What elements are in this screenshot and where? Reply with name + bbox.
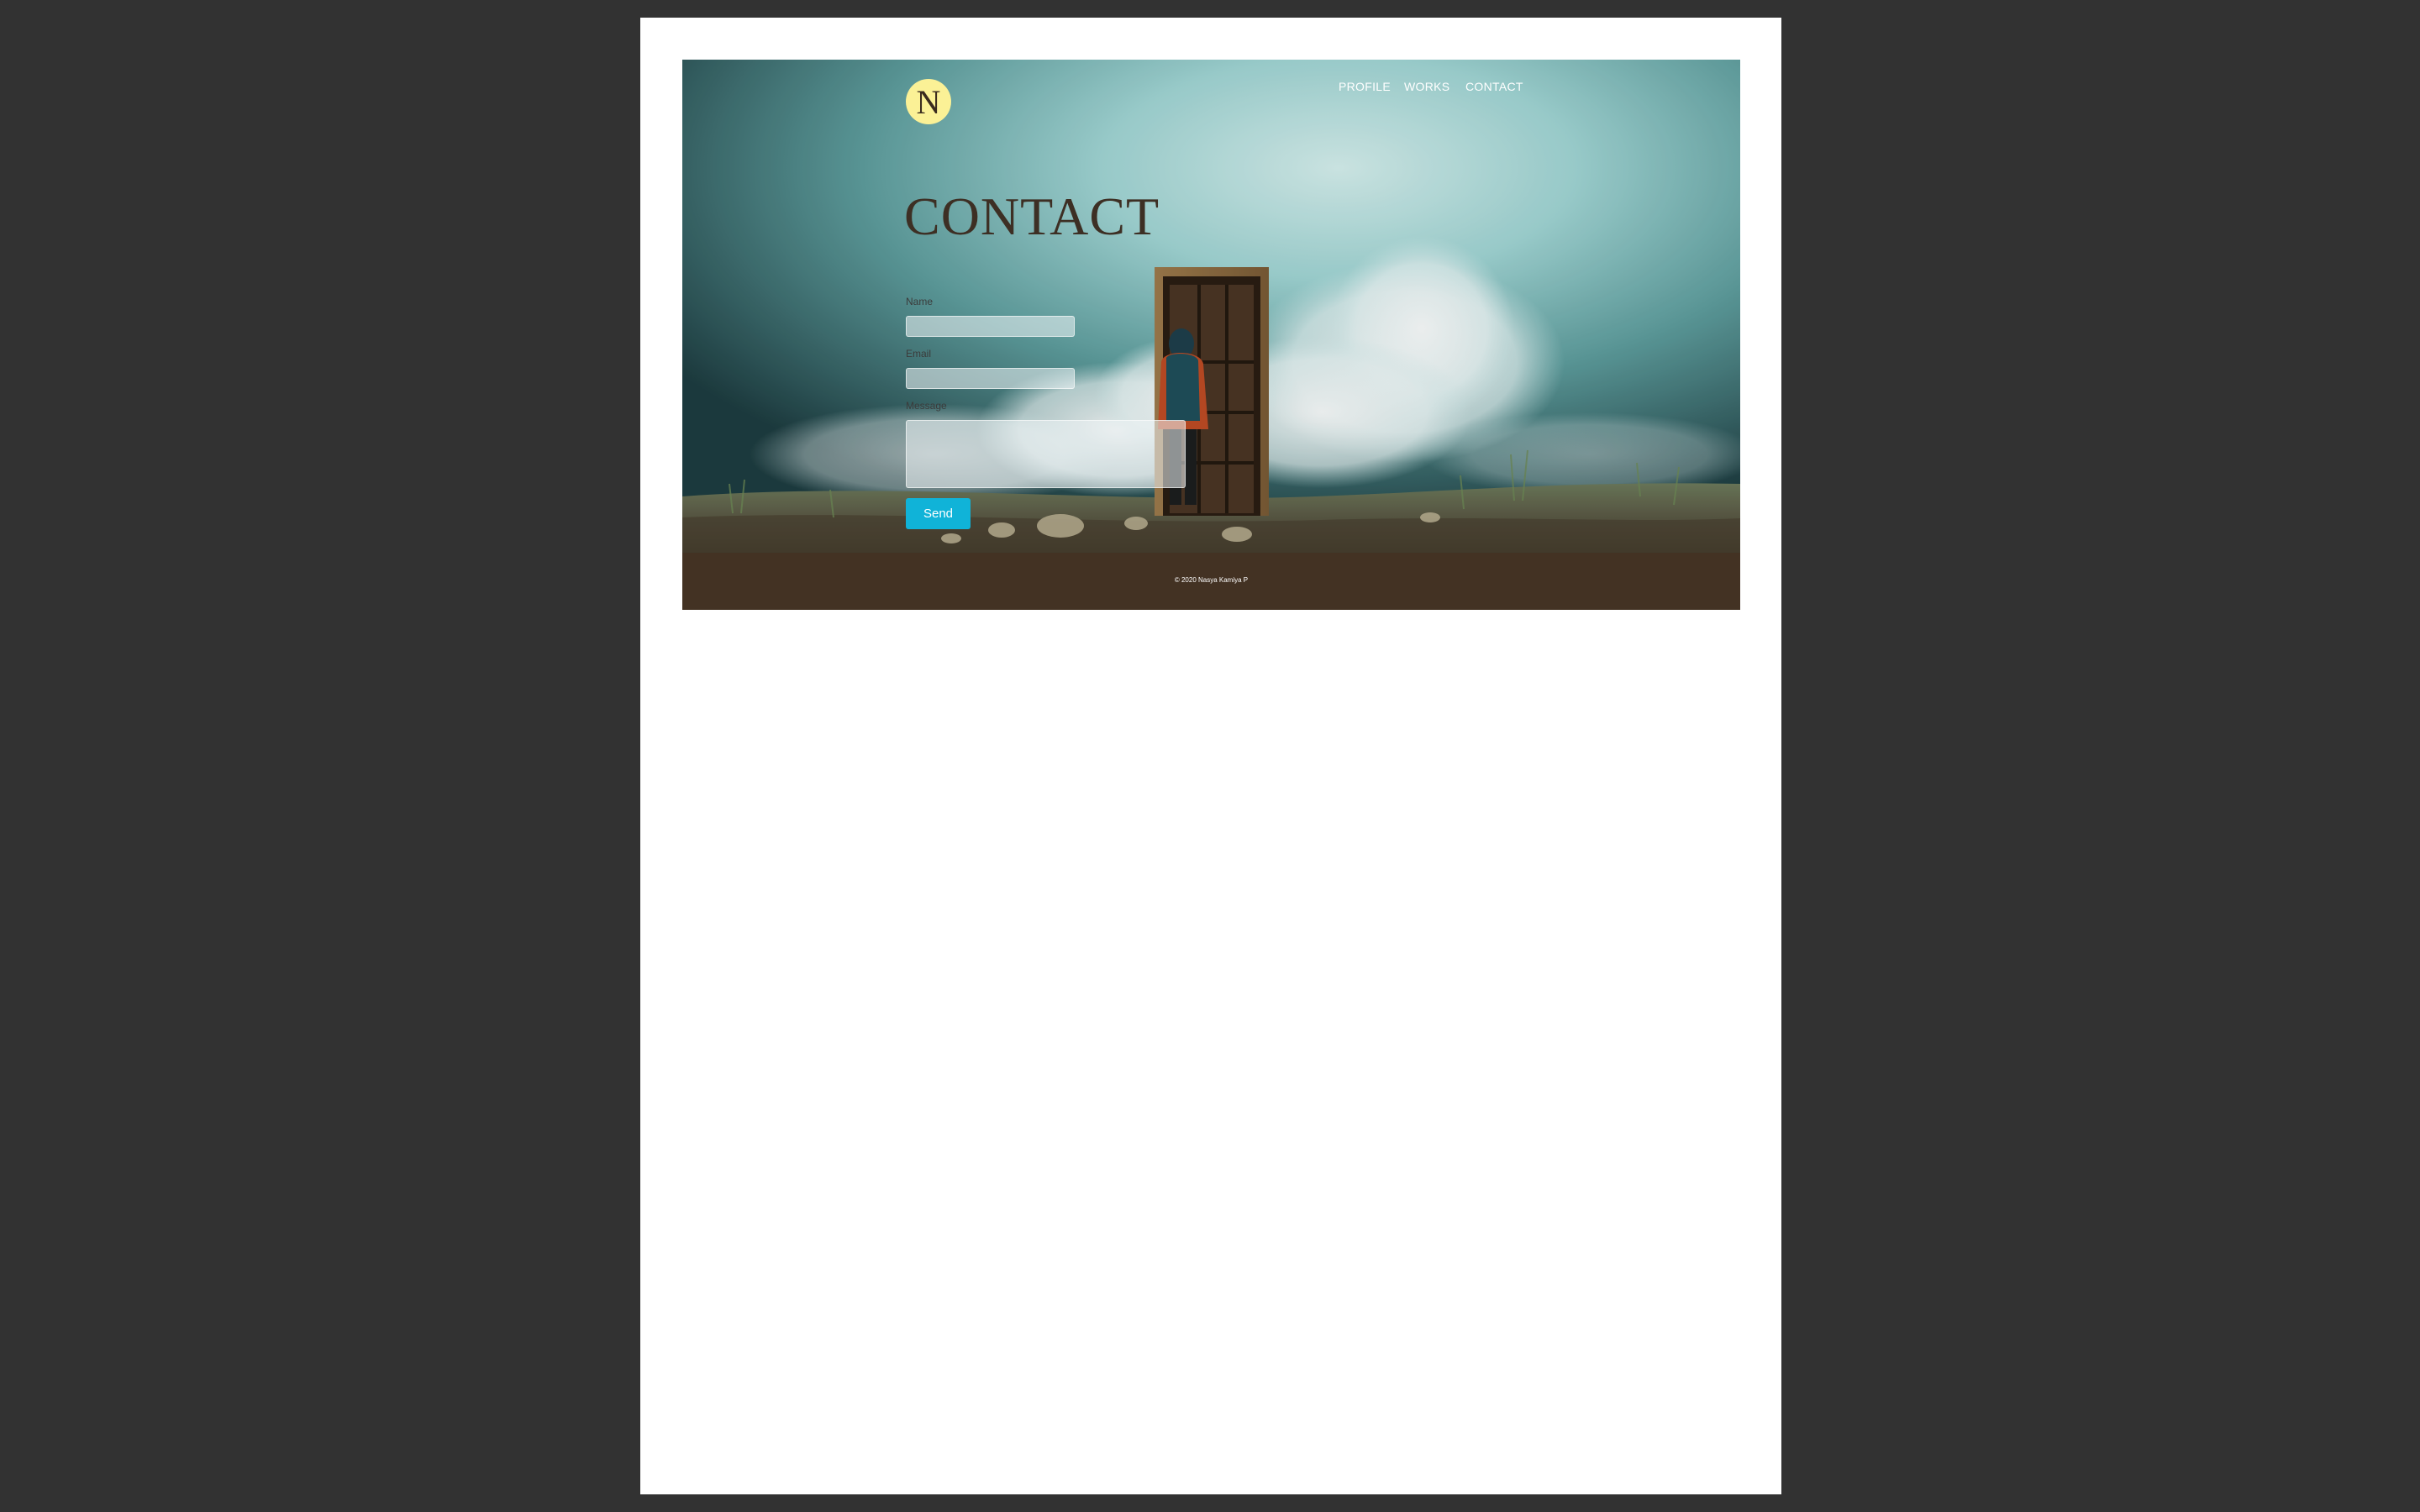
main-nav: PROFILE WORKS CONTACT <box>682 80 1740 97</box>
hero-section: N PROFILE WORKS CONTACT CONTACT Name Ema… <box>682 60 1740 553</box>
page-title: CONTACT <box>904 186 1160 246</box>
nav-link-contact[interactable]: CONTACT <box>1465 80 1523 93</box>
site-footer: © 2020 Nasya Kamiya P <box>682 553 1740 610</box>
name-label: Name <box>906 296 934 307</box>
message-field[interactable] <box>906 420 1186 488</box>
nav-link-works[interactable]: WORKS <box>1404 80 1449 93</box>
page-canvas: N PROFILE WORKS CONTACT CONTACT Name Ema… <box>640 18 1781 1494</box>
email-label: Email <box>906 348 932 360</box>
website: N PROFILE WORKS CONTACT CONTACT Name Ema… <box>682 60 1740 610</box>
message-label: Message <box>906 400 947 412</box>
nav-link-profile[interactable]: PROFILE <box>1339 80 1391 93</box>
hero-background-image <box>682 60 1740 553</box>
copyright-text: © 2020 Nasya Kamiya P <box>1174 576 1249 584</box>
name-field[interactable] <box>906 316 1075 337</box>
send-button[interactable]: Send <box>906 498 971 529</box>
email-field[interactable] <box>906 368 1075 389</box>
